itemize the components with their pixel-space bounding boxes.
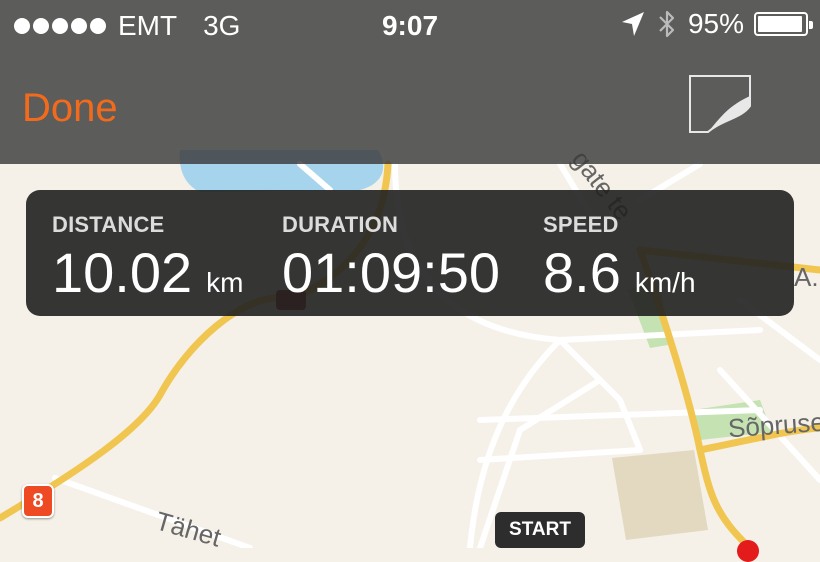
speed-stat: SPEED 8.6 km/h	[543, 212, 696, 305]
duration-stat: DURATION 01:09:50	[282, 212, 500, 305]
battery-percent: 95%	[687, 8, 744, 39]
speed-value: 8.6	[543, 241, 621, 304]
building-block	[612, 450, 708, 540]
distance-stat: DISTANCE 10.02 km	[52, 212, 243, 305]
speed-label: SPEED	[543, 212, 619, 237]
status-bar: EMT 3G 9:07 95%	[0, 0, 820, 52]
street-label-sopruse: Sõpruse	[727, 406, 820, 444]
top-bar: EMT 3G 9:07 95% Done	[0, 0, 820, 164]
distance-label: DISTANCE	[52, 212, 165, 237]
start-marker[interactable]: START	[495, 512, 585, 548]
speed-unit: km/h	[634, 267, 696, 298]
distance-value: 10.02	[52, 241, 193, 304]
battery-icon	[754, 12, 813, 36]
street-label-a: A.	[794, 262, 819, 292]
workout-stats-panel: DISTANCE 10.02 km DURATION 01:09:50 SPEED…	[26, 190, 794, 316]
duration-value: 01:09:50	[282, 241, 500, 304]
bluetooth-icon	[659, 10, 675, 38]
share-page-curl-icon[interactable]	[686, 72, 754, 136]
done-button[interactable]: Done	[22, 86, 118, 131]
location-arrow-icon	[621, 12, 644, 36]
duration-label: DURATION	[282, 212, 399, 237]
route-marker-badge[interactable]: 8	[22, 484, 54, 518]
end-pin[interactable]	[737, 540, 759, 562]
distance-unit: km	[206, 267, 244, 298]
status-right: 95%	[620, 8, 813, 40]
